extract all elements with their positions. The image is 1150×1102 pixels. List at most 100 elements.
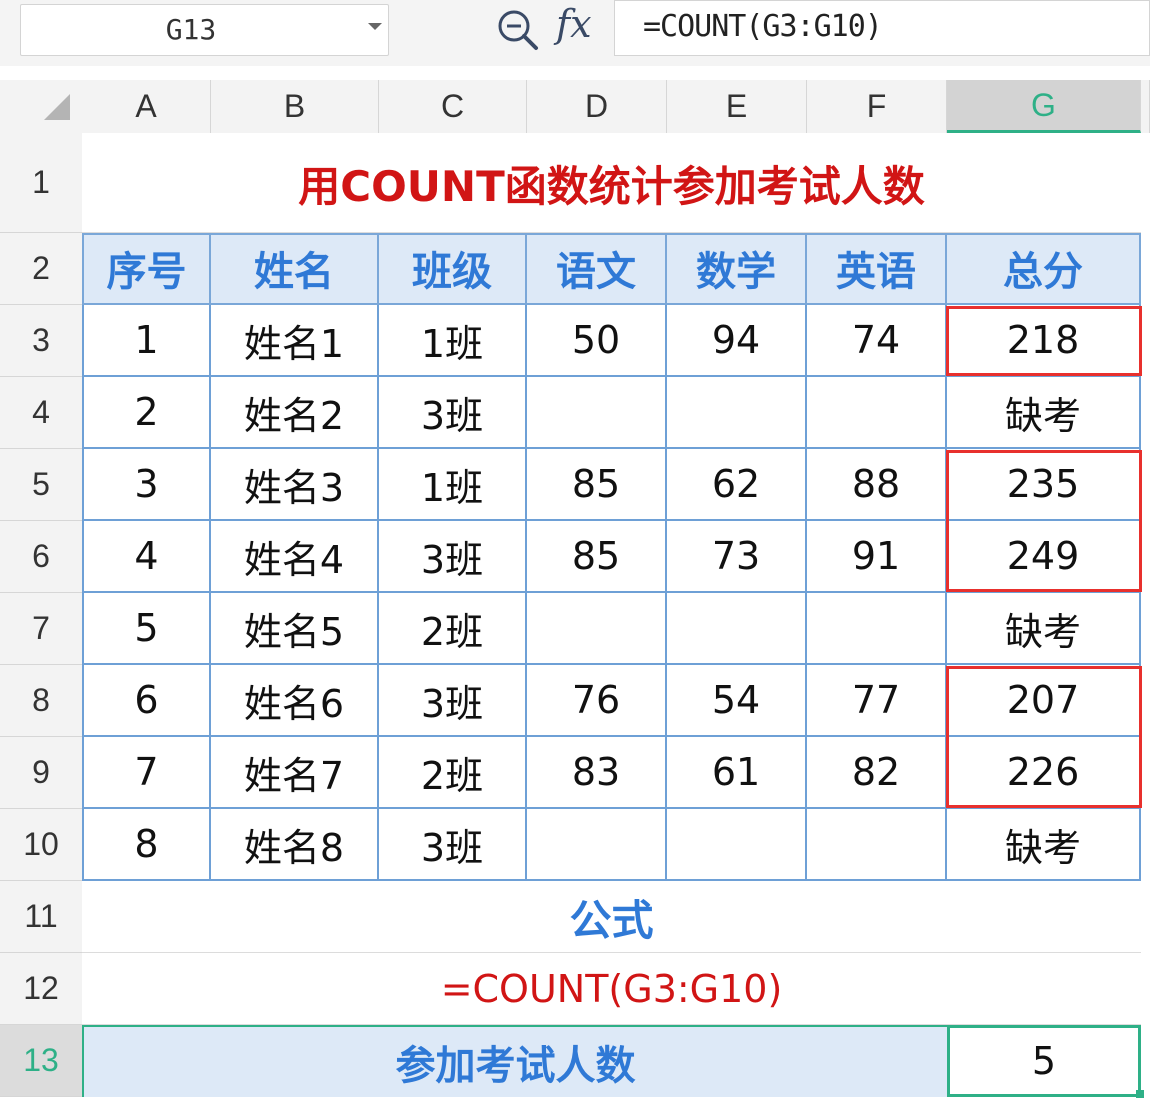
table-top-border bbox=[82, 233, 1141, 235]
formula-text: =COUNT(G3:G10) bbox=[643, 9, 883, 44]
table-cell[interactable]: 姓名8 bbox=[211, 809, 379, 881]
table-cell[interactable] bbox=[667, 377, 807, 449]
result-value-cell[interactable]: 5 bbox=[947, 1025, 1141, 1097]
table-cell[interactable]: 8 bbox=[82, 809, 211, 881]
column-header-E[interactable]: E bbox=[667, 80, 807, 133]
row-header-2[interactable]: 2 bbox=[0, 233, 82, 305]
table-cell[interactable]: 4 bbox=[82, 521, 211, 593]
column-header-F[interactable]: F bbox=[807, 80, 947, 133]
table-cell[interactable]: 缺考 bbox=[947, 809, 1141, 881]
table-cell[interactable]: 缺考 bbox=[947, 593, 1141, 665]
table-cell[interactable] bbox=[807, 377, 947, 449]
row-header-13[interactable]: 13 bbox=[0, 1025, 82, 1097]
table-cell[interactable]: 1 bbox=[82, 305, 211, 377]
table-cell[interactable]: 249 bbox=[947, 521, 1141, 593]
table-header-cell[interactable]: 数学 bbox=[667, 233, 807, 305]
row-header-10[interactable]: 10 bbox=[0, 809, 82, 881]
table-cell[interactable]: 94 bbox=[667, 305, 807, 377]
table-header-cell[interactable]: 英语 bbox=[807, 233, 947, 305]
row-header-3[interactable]: 3 bbox=[0, 305, 82, 377]
table-cell[interactable] bbox=[667, 593, 807, 665]
table-header-cell[interactable]: 班级 bbox=[379, 233, 527, 305]
table-cell[interactable] bbox=[667, 809, 807, 881]
table-cell[interactable]: 2 bbox=[82, 377, 211, 449]
zoom-icon[interactable] bbox=[496, 8, 540, 56]
name-box[interactable]: G13 bbox=[20, 4, 389, 56]
table-cell[interactable]: 91 bbox=[807, 521, 947, 593]
table-cell[interactable]: 61 bbox=[667, 737, 807, 809]
table-cell[interactable]: 3 bbox=[82, 449, 211, 521]
row-header-11[interactable]: 11 bbox=[0, 881, 82, 953]
formula-input[interactable]: =COUNT(G3:G10) bbox=[614, 0, 1150, 56]
fx-icon[interactable]: fx bbox=[556, 2, 592, 46]
table-cell[interactable]: 1班 bbox=[379, 449, 527, 521]
table-cell[interactable] bbox=[807, 809, 947, 881]
table-header-cell[interactable]: 语文 bbox=[527, 233, 667, 305]
table-cell[interactable]: 85 bbox=[527, 449, 667, 521]
table-cell[interactable]: 3班 bbox=[379, 809, 527, 881]
table-cell[interactable]: 3班 bbox=[379, 377, 527, 449]
table-cell[interactable]: 88 bbox=[807, 449, 947, 521]
table-cell[interactable]: 1班 bbox=[379, 305, 527, 377]
row-header-6[interactable]: 6 bbox=[0, 521, 82, 593]
table-cell[interactable]: 2班 bbox=[379, 737, 527, 809]
name-box-value: G13 bbox=[165, 13, 217, 46]
table-cell[interactable] bbox=[527, 809, 667, 881]
chevron-down-icon[interactable] bbox=[368, 23, 382, 30]
table-cell[interactable]: 7 bbox=[82, 737, 211, 809]
table-cell[interactable]: 缺考 bbox=[947, 377, 1141, 449]
table-cell[interactable]: 5 bbox=[82, 593, 211, 665]
table-cell[interactable]: 6 bbox=[82, 665, 211, 737]
table-cell[interactable]: 207 bbox=[947, 665, 1141, 737]
table-cell[interactable] bbox=[527, 593, 667, 665]
table-cell[interactable]: 姓名6 bbox=[211, 665, 379, 737]
fill-handle[interactable] bbox=[1136, 1090, 1144, 1098]
table-cell[interactable]: 235 bbox=[947, 449, 1141, 521]
formula-label: 公式 bbox=[569, 895, 654, 945]
select-all-triangle-icon[interactable] bbox=[44, 94, 70, 120]
column-header-C[interactable]: C bbox=[379, 80, 527, 133]
formula-display: =COUNT(G3:G10) bbox=[440, 967, 783, 1011]
table-header-cell[interactable]: 姓名 bbox=[211, 233, 379, 305]
table-cell[interactable]: 姓名3 bbox=[211, 449, 379, 521]
table-cell[interactable]: 2班 bbox=[379, 593, 527, 665]
column-header-A[interactable]: A bbox=[82, 80, 211, 133]
table-cell[interactable]: 218 bbox=[947, 305, 1141, 377]
table-header-cell[interactable]: 序号 bbox=[82, 233, 211, 305]
row-header-1[interactable]: 1 bbox=[0, 133, 82, 233]
table-cell[interactable]: 姓名1 bbox=[211, 305, 379, 377]
sheet-title: 用COUNT函数统计参加考试人数 bbox=[298, 161, 925, 211]
row-header-4[interactable]: 4 bbox=[0, 377, 82, 449]
column-header-G[interactable]: G bbox=[947, 80, 1141, 133]
row-header-9[interactable]: 9 bbox=[0, 737, 82, 809]
table-cell[interactable]: 3班 bbox=[379, 665, 527, 737]
formula-bar: G13 fx =COUNT(G3:G10) bbox=[0, 0, 1150, 66]
row-header-12[interactable]: 12 bbox=[0, 953, 82, 1025]
table-cell[interactable]: 226 bbox=[947, 737, 1141, 809]
table-cell[interactable]: 3班 bbox=[379, 521, 527, 593]
row-header-8[interactable]: 8 bbox=[0, 665, 82, 737]
table-cell[interactable]: 82 bbox=[807, 737, 947, 809]
column-header-B[interactable]: B bbox=[211, 80, 379, 133]
table-cell[interactable]: 73 bbox=[667, 521, 807, 593]
table-cell[interactable]: 76 bbox=[527, 665, 667, 737]
row-header-7[interactable]: 7 bbox=[0, 593, 82, 665]
table-cell[interactable]: 62 bbox=[667, 449, 807, 521]
table-cell[interactable]: 85 bbox=[527, 521, 667, 593]
result-label[interactable]: 参加考试人数 bbox=[82, 1025, 947, 1097]
table-cell[interactable] bbox=[527, 377, 667, 449]
table-cell[interactable]: 姓名2 bbox=[211, 377, 379, 449]
table-cell[interactable]: 姓名4 bbox=[211, 521, 379, 593]
column-header-D[interactable]: D bbox=[527, 80, 667, 133]
table-cell[interactable]: 77 bbox=[807, 665, 947, 737]
table-cell[interactable]: 83 bbox=[527, 737, 667, 809]
table-header-cell[interactable]: 总分 bbox=[947, 233, 1141, 305]
table-cell[interactable]: 姓名5 bbox=[211, 593, 379, 665]
table-cell[interactable]: 姓名7 bbox=[211, 737, 379, 809]
row-header-5[interactable]: 5 bbox=[0, 449, 82, 521]
table-cell[interactable] bbox=[807, 593, 947, 665]
column-header-filler bbox=[1141, 80, 1150, 133]
table-cell[interactable]: 74 bbox=[807, 305, 947, 377]
table-cell[interactable]: 50 bbox=[527, 305, 667, 377]
table-cell[interactable]: 54 bbox=[667, 665, 807, 737]
